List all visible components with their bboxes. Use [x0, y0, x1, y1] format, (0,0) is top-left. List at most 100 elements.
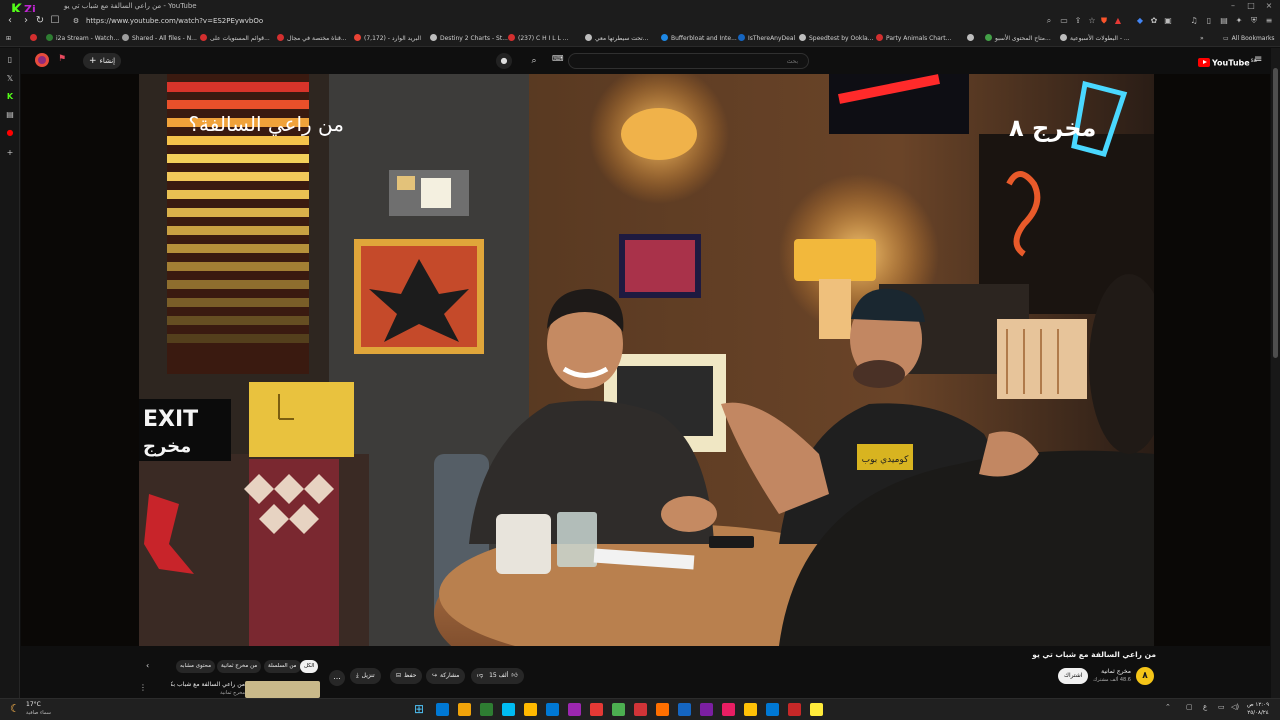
bookmark-item[interactable]: قناة مختصة في مجال...: [277, 33, 347, 44]
taskbar-app-icon[interactable]: [524, 703, 537, 716]
tray-app-icon[interactable]: ▢: [1186, 703, 1193, 711]
apps-icon[interactable]: ⊞: [6, 33, 11, 44]
taskbar-app-icon[interactable]: [502, 703, 515, 716]
bookmark-item[interactable]: Destiny 2 Charts - St...: [430, 33, 508, 44]
kick-icon[interactable]: K: [5, 92, 15, 102]
bookmark-item[interactable]: متاح المحتوى الأسبو...: [985, 33, 1051, 44]
brave-shield-icon[interactable]: ⛊: [1098, 15, 1110, 27]
bookmark-item[interactable]: [30, 33, 40, 44]
close-window-icon[interactable]: ×: [1262, 0, 1276, 12]
back-icon[interactable]: ‹: [4, 15, 16, 27]
taskbar-app-icon[interactable]: [546, 703, 559, 716]
more-actions-button[interactable]: ...: [329, 670, 345, 686]
share-button[interactable]: ↪ مشاركة: [426, 668, 466, 684]
search-icon[interactable]: ⌕: [524, 53, 544, 69]
media-icon[interactable]: ♫: [1188, 15, 1200, 27]
zoom-icon[interactable]: ⌕: [1043, 15, 1055, 27]
related-video-channel[interactable]: مخرج ثمانية: [171, 690, 245, 696]
bookmark-item[interactable]: IsThereAnyDeal: [738, 33, 795, 44]
language-indicator[interactable]: ع: [1203, 703, 1207, 711]
subscribe-button[interactable]: اشتراك: [1058, 668, 1089, 684]
video-player[interactable]: EXIT مخرج مخرج ٨ من راعي السالفة؟ كوميدي…: [21, 74, 1270, 646]
scrollbar-thumb[interactable]: [1273, 68, 1278, 358]
vpn-icon[interactable]: ⛨: [1248, 15, 1260, 27]
hamburger-menu-icon[interactable]: ≡: [1254, 54, 1262, 65]
add-panel-icon[interactable]: +: [5, 148, 15, 158]
taskbar-app-icon[interactable]: [656, 703, 669, 716]
taskbar-app-icon[interactable]: [436, 703, 449, 716]
bookmark-page-icon[interactable]: ☐: [49, 15, 61, 27]
taskbar-app-icon[interactable]: [744, 703, 757, 716]
related-video-title[interactable]: من راعي السالفة مع شباب بكس: [171, 681, 245, 688]
network-icon[interactable]: ▭: [1218, 703, 1225, 711]
video-frame[interactable]: EXIT مخرج مخرج ٨ من راعي السالفة؟ كوميدي…: [139, 74, 1154, 646]
maximize-icon[interactable]: □: [1244, 0, 1258, 12]
clock-date[interactable]: ٢٥/٠٨/٢٤: [1243, 710, 1273, 716]
chip-from-channel[interactable]: من مخرج ثمانية: [217, 660, 262, 673]
related-video-thumbnail[interactable]: [245, 681, 320, 698]
bookmark-item[interactable]: Party Animals Chart...: [876, 33, 951, 44]
extension-icon-1[interactable]: ◆: [1134, 15, 1146, 27]
like-dislike-group[interactable]: 👎︎ 15 ألف 👍︎: [471, 668, 524, 684]
reload-icon[interactable]: ↻: [34, 15, 46, 27]
extension-icon-2[interactable]: ✿: [1148, 15, 1160, 27]
tabs-icon[interactable]: ▤: [1218, 15, 1230, 27]
taskbar-app-icon[interactable]: [700, 703, 713, 716]
create-button[interactable]: + إنشاء: [83, 53, 122, 69]
dislike-icon[interactable]: 👎︎: [477, 672, 483, 679]
windows-start-icon[interactable]: ⊞: [414, 703, 427, 716]
taskbar-app-icon[interactable]: [678, 703, 691, 716]
notes-icon[interactable]: ▤: [5, 110, 15, 120]
bookmark-item[interactable]: البريد الوارد - (7,172): [354, 33, 421, 44]
chip-all[interactable]: الكل: [300, 660, 319, 673]
taskbar-app-icon[interactable]: [458, 703, 471, 716]
taskbar-app-icon[interactable]: [612, 703, 625, 716]
volume-icon[interactable]: ◁): [1231, 703, 1239, 711]
taskbar-app-icon[interactable]: [810, 703, 823, 716]
notifications-icon[interactable]: ⚑: [58, 54, 66, 64]
install-icon[interactable]: ▭: [1058, 15, 1070, 27]
sidebar-toggle-icon[interactable]: ▯: [1203, 15, 1215, 27]
star-icon[interactable]: ☆: [1086, 15, 1098, 27]
kebab-menu-icon[interactable]: ⋮: [139, 683, 147, 692]
chips-scroll-left-icon[interactable]: ‹: [146, 661, 149, 670]
youtube-logo[interactable]: YouTubeSA: [1198, 54, 1257, 68]
extension-icon-3[interactable]: ▣: [1162, 15, 1174, 27]
voice-search-icon[interactable]: ●: [496, 53, 512, 69]
taskbar-app-icon[interactable]: [568, 703, 581, 716]
taskbar-app-icon[interactable]: [480, 703, 493, 716]
search-input[interactable]: [568, 53, 809, 69]
avatar[interactable]: [35, 53, 49, 67]
channel-avatar[interactable]: ٨: [1136, 667, 1154, 685]
bookmark-item[interactable]: [967, 33, 977, 44]
bookmark-item[interactable]: Shared - All files - N...: [122, 33, 197, 44]
save-button[interactable]: ⊟ حفظ: [390, 668, 423, 684]
menu-icon[interactable]: ≡: [1263, 15, 1275, 27]
url-field[interactable]: https://www.youtube.com/watch?v=ES2PEywv…: [86, 15, 263, 27]
rewards-icon[interactable]: ▲: [1112, 15, 1124, 27]
bookmark-item[interactable]: i2a Stream - Watch...: [46, 33, 119, 44]
keyboard-icon[interactable]: ⌨: [552, 54, 564, 63]
forward-icon[interactable]: ›: [20, 15, 32, 27]
clock-time[interactable]: ١٢:٠٩ ص: [1243, 702, 1273, 708]
site-info-icon[interactable]: ⚙: [70, 15, 82, 27]
taskbar-app-icon[interactable]: [766, 703, 779, 716]
chip-similar[interactable]: محتوى مشابه: [176, 660, 216, 673]
taskbar-app-icon[interactable]: [590, 703, 603, 716]
download-button[interactable]: ⤓ تنزيل: [350, 668, 381, 684]
tray-overflow-icon[interactable]: ⌃: [1165, 703, 1171, 711]
weather-icon[interactable]: ☾: [10, 702, 20, 715]
chip-from-series[interactable]: من السلسلة: [264, 660, 301, 673]
bookmark-item[interactable]: البطولات الأسبوعية - ...: [1060, 33, 1130, 44]
extensions-icon[interactable]: ✦: [1233, 15, 1245, 27]
bookmark-item[interactable]: قوائم المستويات على...: [200, 33, 270, 44]
bookmark-item[interactable]: (237) C H I L L ...: [508, 33, 568, 44]
like-icon[interactable]: 👍︎: [511, 672, 517, 679]
x-twitter-icon[interactable]: 𝕏: [5, 74, 15, 84]
page-scrollbar[interactable]: [1271, 48, 1280, 698]
chevron-right-icon[interactable]: »: [1200, 33, 1204, 44]
bookmark-item[interactable]: تحت سيطرتها معي...: [585, 33, 648, 44]
sidebar-panel-icon[interactable]: ▯: [5, 55, 15, 65]
minimize-icon[interactable]: –: [1226, 0, 1240, 12]
youtube-sidebar-icon[interactable]: ●: [5, 128, 15, 138]
